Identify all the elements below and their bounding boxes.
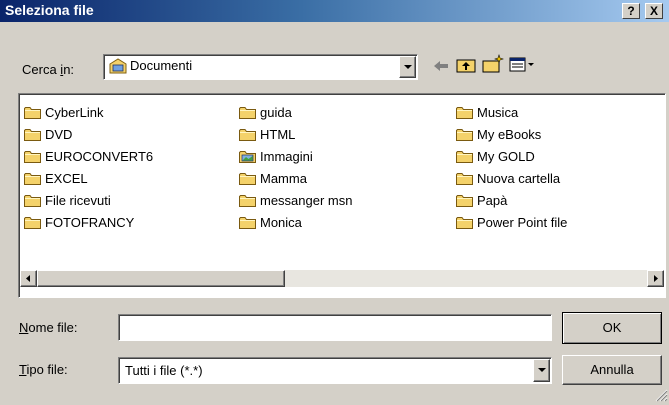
file-column-2: guida HTML Immagini Mamma messanger msn … (239, 101, 352, 233)
arrow-left-icon (26, 275, 30, 282)
pictures-folder-icon (239, 150, 256, 163)
scroll-right-button[interactable] (647, 270, 664, 287)
folder-icon (24, 106, 41, 119)
documents-icon (109, 58, 127, 78)
folder-item[interactable]: Monica (239, 211, 352, 233)
arrow-right-icon (654, 275, 658, 282)
filename-label: Nome file: (19, 320, 78, 335)
folder-item[interactable]: HTML (239, 123, 352, 145)
file-dialog: Seleziona file ? X Cerca in: Documenti C… (0, 0, 669, 403)
horizontal-scrollbar[interactable] (20, 270, 664, 287)
up-folder-icon[interactable] (456, 56, 476, 77)
folder-icon (239, 172, 256, 185)
chevron-down-icon[interactable] (533, 359, 550, 382)
filename-input[interactable] (118, 314, 552, 341)
back-arrow-icon[interactable] (432, 58, 450, 77)
folder-icon (24, 172, 41, 185)
look-in-combo[interactable]: Documenti (103, 54, 418, 80)
folder-item[interactable]: File ricevuti (24, 189, 153, 211)
scroll-left-button[interactable] (20, 270, 37, 287)
folder-icon (24, 128, 41, 141)
look-in-value: Documenti (130, 58, 193, 73)
cancel-button[interactable]: Annulla (562, 355, 662, 385)
folder-item[interactable]: Power Point file (456, 211, 567, 233)
folder-icon (456, 216, 473, 229)
folder-icon (456, 128, 473, 141)
folder-icon (456, 150, 473, 163)
folder-item[interactable]: My GOLD (456, 145, 567, 167)
folder-item[interactable]: FOTOFRANCY (24, 211, 153, 233)
resize-grip-icon[interactable] (654, 388, 668, 405)
folder-item[interactable]: EUROCONVERT6 (24, 145, 153, 167)
folder-item[interactable]: Immagini (239, 145, 352, 167)
file-list[interactable]: CyberLink DVD EUROCONVERT6 EXCEL File ri… (18, 93, 666, 298)
chevron-down-icon[interactable] (399, 56, 416, 78)
view-menu-icon[interactable] (509, 56, 537, 77)
title-bar[interactable]: Seleziona file ? X (0, 0, 669, 22)
folder-icon (24, 216, 41, 229)
folder-item[interactable]: Nuova cartella (456, 167, 567, 189)
folder-icon (456, 172, 473, 185)
close-button[interactable]: X (645, 3, 663, 19)
folder-item[interactable]: messanger msn (239, 189, 352, 211)
folder-icon (24, 194, 41, 207)
filetype-select[interactable]: Tutti i file (*.*) (118, 357, 552, 384)
window-title: Seleziona file (5, 2, 94, 18)
folder-icon (24, 150, 41, 163)
help-button[interactable]: ? (622, 3, 640, 19)
folder-icon (456, 194, 473, 207)
folder-item[interactable]: EXCEL (24, 167, 153, 189)
folder-icon (239, 194, 256, 207)
folder-item[interactable]: My eBooks (456, 123, 567, 145)
ok-button[interactable]: OK (562, 312, 662, 344)
file-column-3: Musica My eBooks My GOLD Nuova cartella … (456, 101, 567, 233)
folder-item[interactable]: Musica (456, 101, 567, 123)
look-in-label: Cerca in: (22, 62, 75, 77)
file-column-1: CyberLink DVD EUROCONVERT6 EXCEL File ri… (24, 101, 153, 233)
scroll-thumb[interactable] (37, 270, 285, 287)
folder-item[interactable]: guida (239, 101, 352, 123)
folder-icon (239, 216, 256, 229)
folder-icon (239, 128, 256, 141)
folder-item[interactable]: DVD (24, 123, 153, 145)
new-folder-icon[interactable] (482, 54, 504, 77)
folder-icon (239, 106, 256, 119)
filetype-label: Tipo file: (19, 362, 68, 377)
folder-item[interactable]: Papà (456, 189, 567, 211)
folder-item[interactable]: CyberLink (24, 101, 153, 123)
filetype-value: Tutti i file (*.*) (125, 363, 203, 378)
folder-item[interactable]: Mamma (239, 167, 352, 189)
folder-icon (456, 106, 473, 119)
